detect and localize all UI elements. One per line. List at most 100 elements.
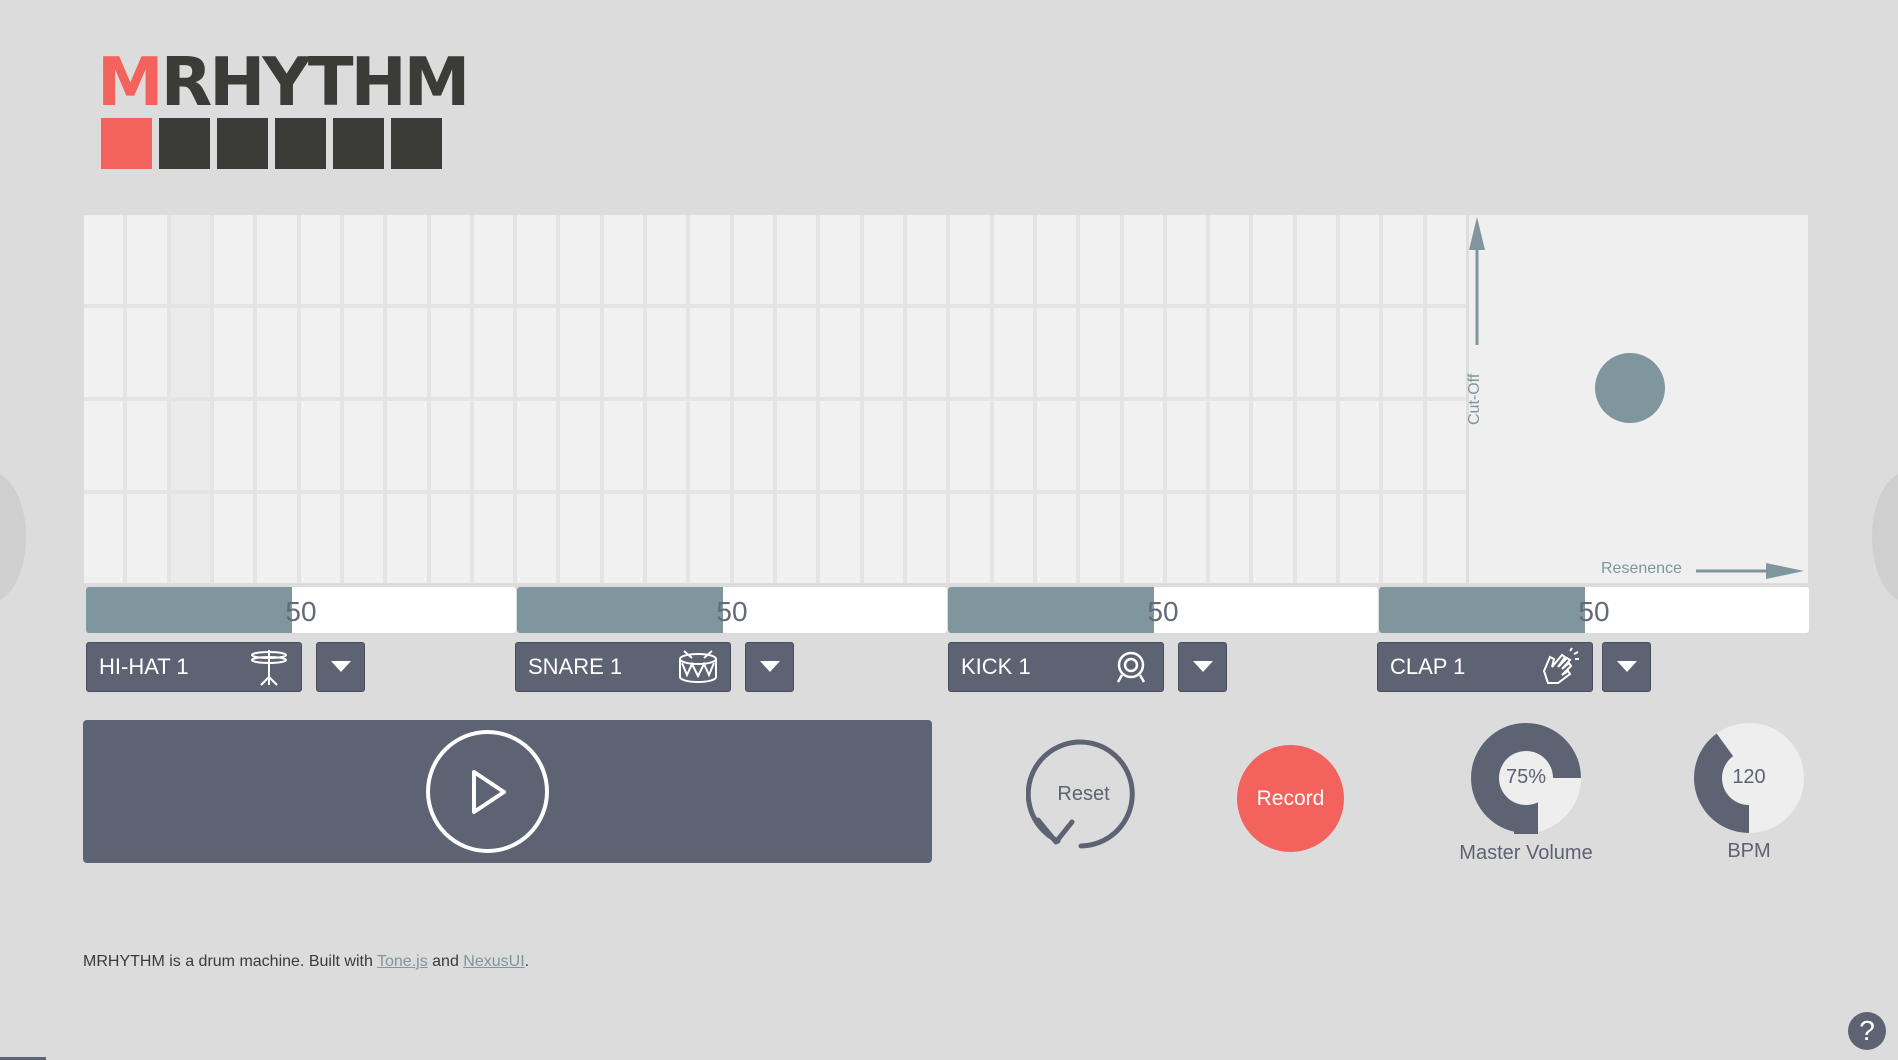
sequencer-step-cell[interactable] [84,308,124,397]
sequencer-step-cell[interactable] [1253,308,1293,397]
sequencer-step-cell[interactable] [1080,308,1120,397]
sequencer-step-cell[interactable] [170,308,210,397]
sequencer-step-cell[interactable] [863,401,903,490]
channel-4-level-slider[interactable]: 50 [1379,587,1809,633]
sequencer-step-cell[interactable] [1340,401,1380,490]
sequencer-step-cell[interactable] [1123,401,1163,490]
instrument-select-clap[interactable]: CLAP 1 [1377,642,1593,692]
sequencer-step-cell[interactable] [733,494,773,583]
sequencer-step-cell[interactable] [950,215,990,304]
sequencer-step-cell[interactable] [1383,308,1423,397]
sequencer-step-cell[interactable] [1253,401,1293,490]
sequencer-step-cell[interactable] [1036,401,1077,490]
sequencer-step-cell[interactable] [777,308,817,397]
sequencer-step-cell[interactable] [127,494,167,583]
sequencer-step-cell[interactable] [863,494,903,583]
sequencer-step-cell[interactable] [430,308,470,397]
sequencer-step-cell[interactable] [690,494,730,583]
sequencer-step-cell[interactable] [647,401,687,490]
sequencer-step-cell[interactable] [560,494,600,583]
sequencer-step-cell[interactable] [863,215,903,304]
sequencer-step-cell[interactable] [1296,215,1337,304]
instrument-dropdown-button[interactable] [1602,642,1651,692]
sequencer-step-cell[interactable] [1296,308,1337,397]
sequencer-step-cell[interactable] [820,308,860,397]
sequencer-step-cell[interactable] [906,494,947,583]
xy-pad-handle[interactable] [1595,352,1666,423]
sequencer-step-cell[interactable] [603,308,644,397]
sequencer-step-cell[interactable] [603,401,644,490]
sequencer-step-cell[interactable] [517,308,557,397]
sequencer-step-cell[interactable] [1036,308,1077,397]
left-panel-handle[interactable] [0,472,26,602]
sequencer-step-cell[interactable] [1426,215,1466,304]
sequencer-step-cell[interactable] [1253,494,1293,583]
sequencer-step-cell[interactable] [950,494,990,583]
sequencer-step-cell[interactable] [1383,215,1423,304]
sequencer-step-cell[interactable] [690,308,730,397]
sequencer-step-cell[interactable] [1080,401,1120,490]
instrument-dropdown-button[interactable] [745,642,794,692]
sequencer-step-cell[interactable] [1166,494,1207,583]
sequencer-step-cell[interactable] [430,494,470,583]
sequencer-step-cell[interactable] [647,215,687,304]
sequencer-step-cell[interactable] [257,494,297,583]
sequencer-step-cell[interactable] [1340,494,1380,583]
sequencer-step-cell[interactable] [84,494,124,583]
sequencer-step-cell[interactable] [387,401,427,490]
sequencer-step-cell[interactable] [1036,215,1077,304]
sequencer-step-cell[interactable] [603,494,644,583]
sequencer-step-cell[interactable] [84,215,124,304]
sequencer-step-cell[interactable] [560,308,600,397]
sequencer-step-cell[interactable] [820,401,860,490]
sequencer-step-cell[interactable] [1426,401,1466,490]
sequencer-step-cell[interactable] [1426,308,1466,397]
sequencer-step-cell[interactable] [387,494,427,583]
sequencer-step-cell[interactable] [690,215,730,304]
sequencer-step-cell[interactable] [213,401,254,490]
sequencer-step-cell[interactable] [906,215,947,304]
tonejs-link[interactable]: Tone.js [377,953,428,970]
sequencer-step-cell[interactable] [1383,494,1423,583]
sequencer-step-cell[interactable] [993,494,1033,583]
sequencer-step-cell[interactable] [863,308,903,397]
sequencer-step-cell[interactable] [1123,215,1163,304]
sequencer-step-cell[interactable] [473,494,514,583]
sequencer-step-cell[interactable] [603,215,644,304]
sequencer-step-cell[interactable] [300,308,340,397]
bpm-dial[interactable]: 120 [1693,722,1805,834]
sequencer-step-cell[interactable] [820,494,860,583]
sequencer-step-cell[interactable] [517,215,557,304]
sequencer-step-cell[interactable] [1253,215,1293,304]
sequencer-step-cell[interactable] [387,215,427,304]
sequencer-step-cell[interactable] [300,401,340,490]
sequencer-step-cell[interactable] [1036,494,1077,583]
sequencer-step-cell[interactable] [993,215,1033,304]
sequencer-step-cell[interactable] [343,401,384,490]
sequencer-step-cell[interactable] [777,401,817,490]
sequencer-step-cell[interactable] [343,308,384,397]
sequencer-step-cell[interactable] [733,401,773,490]
sequencer-step-cell[interactable] [1210,308,1250,397]
instrument-select-snare[interactable]: SNARE 1 [515,642,731,692]
sequencer-step-cell[interactable] [1123,494,1163,583]
instrument-select-kick[interactable]: KICK 1 [948,642,1164,692]
master-volume-dial[interactable]: 75% [1470,722,1582,834]
sequencer-step-cell[interactable] [1166,401,1207,490]
sequencer-step-cell[interactable] [1340,308,1380,397]
sequencer-step-cell[interactable] [1383,401,1423,490]
reset-button[interactable]: Reset [1025,738,1141,853]
sequencer-step-cell[interactable] [993,401,1033,490]
sequencer-step-cell[interactable] [430,215,470,304]
channel-3-level-slider[interactable]: 50 [948,587,1378,633]
sequencer-step-cell[interactable] [950,401,990,490]
sequencer-step-cell[interactable] [1296,401,1337,490]
nexusui-link[interactable]: NexusUI [463,953,524,970]
sequencer-step-cell[interactable] [170,494,210,583]
sequencer-step-cell[interactable] [170,401,210,490]
sequencer-step-cell[interactable] [690,401,730,490]
sequencer-step-cell[interactable] [1166,215,1207,304]
channel-1-level-slider[interactable]: 50 [86,587,516,633]
sequencer-step-cell[interactable] [387,308,427,397]
sequencer-step-cell[interactable] [1210,401,1250,490]
